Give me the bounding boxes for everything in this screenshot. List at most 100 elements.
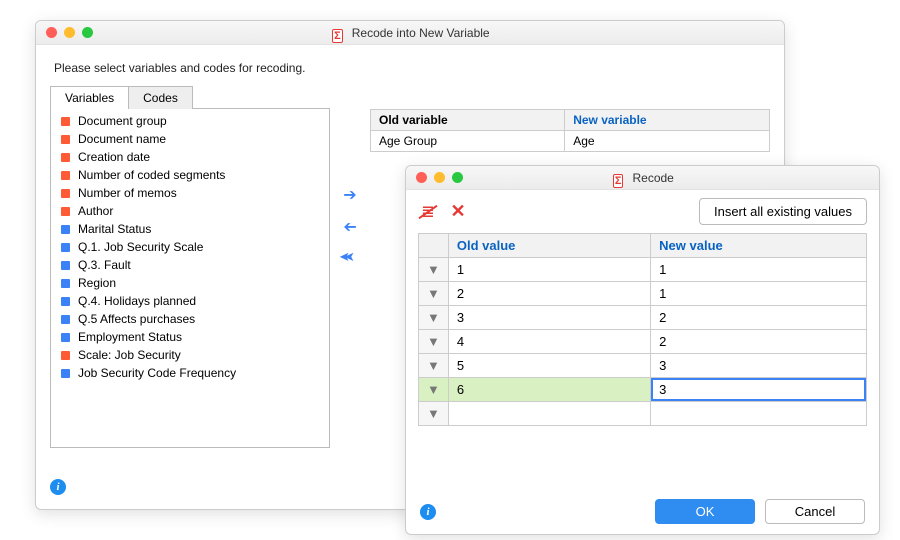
variable-type-icon bbox=[61, 297, 70, 306]
row-handle-icon[interactable]: ▼ bbox=[419, 354, 449, 378]
list-item[interactable]: Creation date bbox=[51, 148, 329, 166]
cancel-button[interactable]: Cancel bbox=[765, 499, 865, 524]
close-icon[interactable] bbox=[46, 27, 57, 38]
variable-type-icon bbox=[61, 171, 70, 180]
row-handle-icon[interactable]: ▼ bbox=[419, 306, 449, 330]
new-value-cell[interactable]: 3 bbox=[651, 378, 867, 402]
new-value-header: New value bbox=[651, 234, 867, 258]
variable-type-icon bbox=[61, 261, 70, 270]
list-item[interactable]: Document group bbox=[51, 112, 329, 130]
variable-type-icon bbox=[61, 315, 70, 324]
close-icon[interactable] bbox=[416, 172, 427, 183]
table-row[interactable]: ▼21 bbox=[419, 282, 867, 306]
old-value-cell[interactable]: 5 bbox=[448, 354, 650, 378]
list-item[interactable]: Document name bbox=[51, 130, 329, 148]
old-value-cell[interactable]: 6 bbox=[448, 378, 650, 402]
variable-type-icon bbox=[61, 351, 70, 360]
variable-type-icon bbox=[61, 279, 70, 288]
list-item[interactable]: Q.1. Job Security Scale bbox=[51, 238, 329, 256]
add-arrow-icon[interactable]: ➔ bbox=[339, 185, 361, 203]
list-item[interactable]: Marital Status bbox=[51, 220, 329, 238]
list-item[interactable]: Employment Status bbox=[51, 328, 329, 346]
variable-type-icon bbox=[61, 153, 70, 162]
variable-type-icon bbox=[61, 225, 70, 234]
selected-variables-table[interactable]: Old variable New variable Age Group Age bbox=[370, 109, 770, 152]
recode-window-title: Recode bbox=[406, 171, 879, 185]
list-item[interactable]: Q.3. Fault bbox=[51, 256, 329, 274]
new-value-cell[interactable]: 2 bbox=[651, 306, 867, 330]
remove-arrow-icon[interactable]: ➔ bbox=[339, 217, 361, 235]
new-value-cell[interactable] bbox=[651, 402, 867, 426]
variable-label: Document name bbox=[78, 132, 166, 146]
delete-row-icon[interactable]: ✕ bbox=[448, 202, 468, 222]
list-item[interactable]: Author bbox=[51, 202, 329, 220]
new-value-cell[interactable]: 2 bbox=[651, 330, 867, 354]
variable-list[interactable]: Document group Document name Creation date… bbox=[50, 108, 330, 448]
app-icon bbox=[330, 28, 344, 40]
old-variable-header: Old variable bbox=[371, 110, 565, 131]
variable-label: Q.3. Fault bbox=[78, 258, 131, 272]
variable-type-icon bbox=[61, 207, 70, 216]
minimize-icon[interactable] bbox=[434, 172, 445, 183]
variable-label: Scale: Job Security bbox=[78, 348, 181, 362]
info-icon[interactable]: i bbox=[420, 504, 436, 520]
handle-header bbox=[419, 234, 449, 258]
variable-label: Document group bbox=[78, 114, 167, 128]
recode-values-table[interactable]: Old value New value ▼11▼21▼32▼42▼53▼63▼ bbox=[418, 233, 867, 426]
list-item[interactable]: Q.4. Holidays planned bbox=[51, 292, 329, 310]
new-value-cell[interactable]: 1 bbox=[651, 282, 867, 306]
list-item[interactable]: Number of coded segments bbox=[51, 166, 329, 184]
variable-label: Q.1. Job Security Scale bbox=[78, 240, 203, 254]
list-item[interactable]: Number of memos bbox=[51, 184, 329, 202]
list-item[interactable]: Scale: Job Security bbox=[51, 346, 329, 364]
insert-all-values-button[interactable]: Insert all existing values bbox=[699, 198, 867, 225]
variable-type-icon bbox=[61, 333, 70, 342]
list-item[interactable]: Job Security Code Frequency bbox=[51, 364, 329, 382]
variable-label: Number of memos bbox=[78, 186, 177, 200]
recode-titlebar: Recode bbox=[406, 166, 879, 190]
zoom-icon[interactable] bbox=[452, 172, 463, 183]
table-row[interactable]: Age Group Age bbox=[371, 131, 770, 152]
table-row-empty[interactable]: ▼ bbox=[419, 402, 867, 426]
tab-codes[interactable]: Codes bbox=[128, 86, 193, 109]
table-row[interactable]: ▼42 bbox=[419, 330, 867, 354]
variable-label: Marital Status bbox=[78, 222, 151, 236]
clear-list-icon[interactable]: ≣ bbox=[418, 202, 438, 222]
old-value-cell[interactable]: 3 bbox=[448, 306, 650, 330]
variable-type-icon bbox=[61, 117, 70, 126]
remove-all-arrow-icon[interactable]: ➤➤ bbox=[339, 249, 361, 267]
old-variable-cell: Age Group bbox=[371, 131, 565, 152]
variable-label: Creation date bbox=[78, 150, 150, 164]
info-icon[interactable]: i bbox=[50, 479, 66, 495]
row-handle-icon[interactable]: ▼ bbox=[419, 258, 449, 282]
old-value-cell[interactable]: 1 bbox=[448, 258, 650, 282]
old-value-cell[interactable] bbox=[448, 402, 650, 426]
ok-button[interactable]: OK bbox=[655, 499, 755, 524]
table-row[interactable]: ▼32 bbox=[419, 306, 867, 330]
variable-label: Employment Status bbox=[78, 330, 182, 344]
new-value-cell[interactable]: 1 bbox=[651, 258, 867, 282]
old-value-cell[interactable]: 4 bbox=[448, 330, 650, 354]
new-value-cell[interactable]: 3 bbox=[651, 354, 867, 378]
row-handle-icon[interactable]: ▼ bbox=[419, 282, 449, 306]
row-handle-icon[interactable]: ▼ bbox=[419, 330, 449, 354]
table-row[interactable]: ▼63 bbox=[419, 378, 867, 402]
main-window-title: Recode into New Variable bbox=[36, 26, 784, 40]
minimize-icon[interactable] bbox=[64, 27, 75, 38]
old-value-cell[interactable]: 2 bbox=[448, 282, 650, 306]
zoom-icon[interactable] bbox=[82, 27, 93, 38]
table-row[interactable]: ▼11 bbox=[419, 258, 867, 282]
table-row[interactable]: ▼53 bbox=[419, 354, 867, 378]
row-handle-icon[interactable]: ▼ bbox=[419, 378, 449, 402]
list-item[interactable]: Q.5 Affects purchases bbox=[51, 310, 329, 328]
row-handle-icon[interactable]: ▼ bbox=[419, 402, 449, 426]
variable-label: Region bbox=[78, 276, 116, 290]
source-tabs: Variables Codes bbox=[50, 85, 330, 108]
variable-label: Author bbox=[78, 204, 113, 218]
variable-type-icon bbox=[61, 189, 70, 198]
old-value-header: Old value bbox=[448, 234, 650, 258]
new-variable-cell[interactable]: Age bbox=[565, 131, 770, 152]
variable-type-icon bbox=[61, 369, 70, 378]
tab-variables[interactable]: Variables bbox=[50, 86, 129, 109]
list-item[interactable]: Region bbox=[51, 274, 329, 292]
